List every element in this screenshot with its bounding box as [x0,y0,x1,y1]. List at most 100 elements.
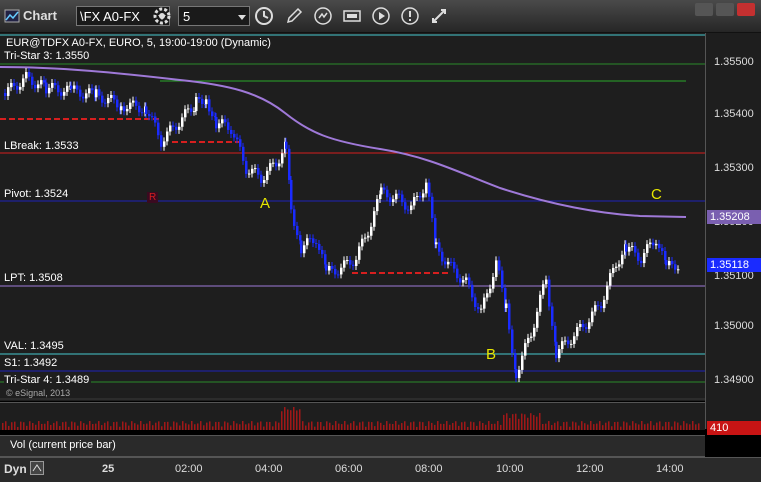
price-bar [404,202,407,210]
volume-bar [563,422,565,430]
volume-bar [506,413,508,430]
maximize-button[interactable] [716,3,734,16]
price-bar [615,266,618,268]
price-bar [54,82,57,86]
volume-bar [290,410,292,430]
price-bar [579,324,582,328]
price-bar [22,78,25,87]
price-bar [306,238,309,246]
refresh-icon[interactable] [313,6,333,26]
volume-bar [68,426,70,430]
price-bar [95,89,98,98]
price-bar [477,306,480,310]
volume-bar [542,424,544,430]
volume-bar [104,422,106,430]
alert-icon[interactable] [400,6,420,26]
price-bar [60,92,63,96]
price-bar [634,246,637,253]
price-bar [646,244,649,253]
volume-bar [113,422,115,430]
price-bar [530,336,533,338]
price-bar [349,260,352,265]
volume-bar [374,426,376,430]
volume-bar [464,421,466,430]
minimize-button[interactable] [695,3,713,16]
volume-bar [434,424,436,430]
price-tick: 1.34900 [714,374,754,386]
volume-bar [518,418,520,430]
volume-bar [173,421,175,430]
volume-bar [188,424,190,430]
price-bar [597,305,600,307]
price-bar [157,122,160,136]
price-bar [288,148,291,180]
chart-header: EUR@TDFX A0-FX, EURO, 5, 19:00-19:00 (Dy… [6,37,271,49]
scale-icon[interactable] [30,461,44,475]
time-tick: 08:00 [415,463,443,475]
volume-bar [686,423,688,430]
pencil-icon[interactable] [284,6,304,26]
volume-bar [236,423,238,430]
volume-bar [392,423,394,430]
volume-bar [86,424,88,430]
volume-bar [23,422,25,430]
volume-bar [275,421,277,430]
volume-bar [164,421,166,430]
price-bar [251,168,254,174]
price-bar [126,108,129,112]
price-bar [407,209,410,211]
price-bar [91,88,94,91]
volume-pane[interactable] [0,402,705,430]
volume-bar [5,421,7,430]
volume-bar [578,425,580,430]
volume-bar [317,421,319,430]
volume-bar [32,423,34,430]
volume-bar [611,426,613,430]
label-c: C [651,186,662,203]
clock-icon[interactable] [254,6,274,26]
price-bar [141,112,144,114]
interval-input[interactable]: 5 [178,6,250,26]
price-bar [643,252,646,264]
price-bar [245,160,248,174]
volume-bar [398,424,400,430]
price-bar [471,284,474,298]
price-bar [269,163,272,171]
price-bar [172,125,175,127]
volume-bar [29,421,31,430]
price-bar [148,113,151,117]
price-bar [447,261,450,265]
volume-bar [437,421,439,430]
volume-bar [593,424,595,430]
volume-bar [569,426,571,430]
volume-bar [65,421,67,430]
price-bar [489,288,492,294]
link-icon[interactable] [429,6,449,26]
volume-tag: 410 [707,421,761,435]
volume-bar [14,421,16,430]
price-bar [410,205,413,211]
volume-bar [419,421,421,430]
price-bar [483,297,486,309]
price-bar [361,238,364,247]
volume-bar [512,414,514,430]
close-button[interactable] [737,3,755,16]
price-bar [419,195,422,198]
price-bar [401,194,404,203]
volume-bar [254,425,256,430]
volume-bar [575,422,577,430]
volume-bar [428,421,430,430]
quote-icon[interactable] [342,6,362,26]
volume-bar [674,421,676,430]
price-bar [129,102,132,109]
price-bar [456,268,459,279]
volume-bar [440,423,442,430]
chevron-down-icon[interactable] [238,15,246,20]
play-icon[interactable] [371,6,391,26]
volume-bar [314,426,316,430]
price-chart[interactable]: EUR@TDFX A0-FX, EURO, 5, 19:00-19:00 (Dy… [0,33,705,401]
volume-bar [278,422,280,430]
volume-bar [566,421,568,430]
settings-gear-icon[interactable] [152,6,172,26]
price-bar [492,277,495,289]
